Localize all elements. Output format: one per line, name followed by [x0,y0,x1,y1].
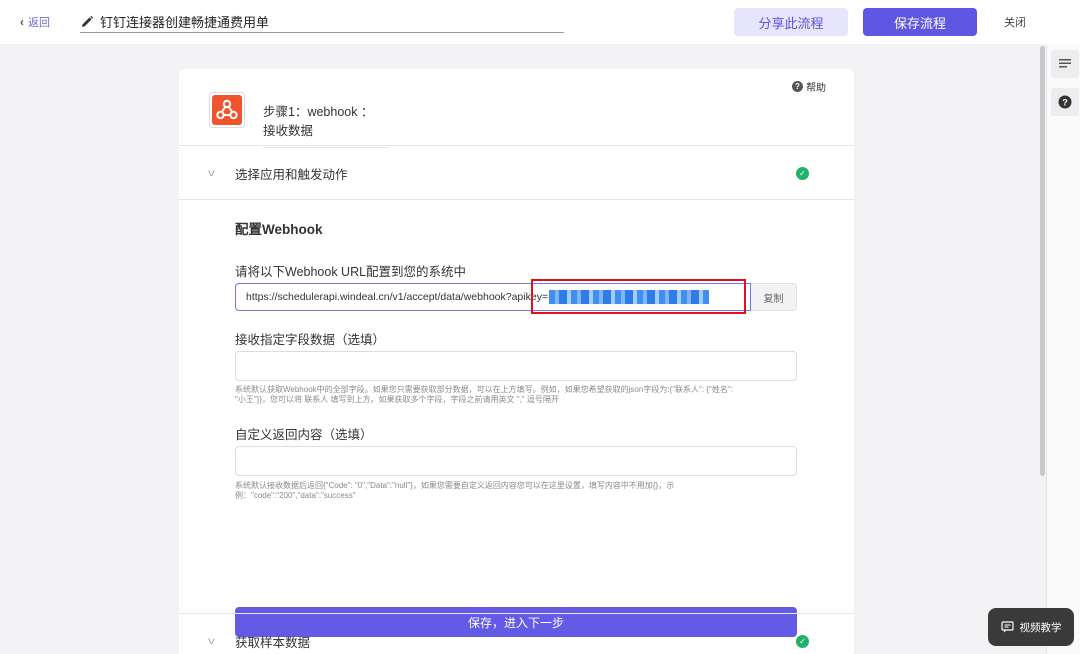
flow-title-field[interactable]: 钉钉连接器创建畅捷通费用单 [80,11,564,33]
step-title: 步骤1：webhook ： 接收数据 [263,101,389,148]
fields-hint: 系统默认获取Webhook中的全部字段。如果您只需要获取部分数据，可以在上方填写… [235,385,797,405]
help-button[interactable]: ? [1051,88,1079,116]
return-hint-line: 例："code":"200","data":"success" [235,491,356,500]
fields-input[interactable] [235,351,797,381]
pencil-icon [82,15,94,27]
return-content-input[interactable] [235,446,797,476]
url-label: 请将以下Webhook URL配置到您的系统中 [235,265,467,279]
chevron-left-icon: ‹ [20,15,24,29]
question-circle-icon: ? [1058,95,1072,109]
scrollbar[interactable] [1040,46,1045,476]
chevron-down-icon: v [208,635,215,647]
divider [179,199,854,200]
copy-button[interactable]: 复制 [751,283,797,311]
share-flow-button[interactable]: 分享此流程 [734,8,848,36]
config-heading: 配置Webhook [235,222,323,237]
webhook-logo [209,92,245,128]
question-icon: ? [792,81,803,92]
return-label: 自定义返回内容（选填） [235,428,373,442]
webhook-url-text: https://schedulerapi.windeal.cn/v1/accep… [246,291,549,303]
return-hint-line: 系统默认接收数据后返回{"Code": "0","Data":"null"}，如… [235,481,675,490]
top-bar: ‹ 返回 钉钉连接器创建畅捷通费用单 分享此流程 保存流程 关闭 [0,0,1080,44]
help-link[interactable]: ? 帮助 [792,79,826,94]
flow-title: 钉钉连接器创建畅捷通费用单 [100,15,270,30]
divider [179,145,854,146]
section-select-app[interactable]: v 选择应用和触发动作 ✓ [179,147,854,199]
fields-label: 接收指定字段数据（选填） [235,333,386,347]
chevron-down-icon: v [208,167,215,179]
help-label: 帮助 [806,83,826,94]
back-link[interactable]: ‹ 返回 [20,14,50,30]
video-label: 视频教学 [1019,621,1062,634]
section-label: 获取样本数据 [235,635,311,650]
webhook-icon [212,95,242,125]
divider [179,613,854,614]
back-label: 返回 [28,17,50,29]
chat-box-icon [1000,621,1014,633]
close-button[interactable]: 关闭 [1004,14,1026,30]
fields-hint-line: "小王"}}，您可以将 联系人 填写到上方。如果获取多个字段，字段之前请用英文 … [235,395,559,404]
svg-text:?: ? [1062,98,1068,108]
outline-button[interactable] [1051,50,1079,78]
return-hint: 系统默认接收数据后返回{"Code": "0","Data":"null"}，如… [235,481,797,501]
step-card: ? 帮助 步骤1：webhook ： 接收数据 v 选择应用和触发动作 ✓ 配置… [179,69,854,654]
save-flow-button[interactable]: 保存流程 [863,8,977,36]
section-sample-data[interactable]: v 获取样本数据 ✓ [179,615,854,654]
right-rail [1046,44,1080,654]
list-lines-icon [1059,59,1071,68]
apikey-highlight-box [531,279,746,314]
check-circle-icon: ✓ [796,166,809,180]
section-label: 选择应用和触发动作 [235,167,348,182]
check-circle-icon: ✓ [796,634,809,648]
fields-hint-line: 系统默认获取Webhook中的全部字段。如果您只需要获取部分数据，可以在上方填写… [235,385,733,394]
video-tutorial-button[interactable]: 视频教学 [988,608,1074,646]
